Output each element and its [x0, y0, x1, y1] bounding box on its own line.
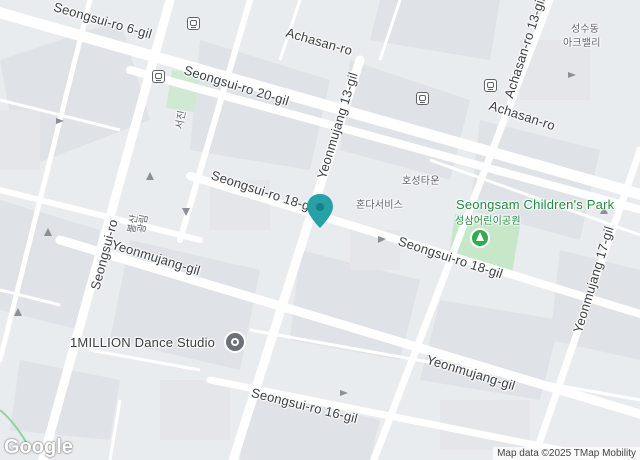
place-label: 볼산 [126, 213, 141, 235]
area-label: 성수동 [571, 24, 600, 35]
location-pin-icon[interactable] [306, 193, 334, 229]
park-icon[interactable] [470, 228, 490, 248]
area-label: 아크밸리 [563, 38, 601, 49]
place-label: 서진 [174, 109, 189, 131]
place-label: 혼다서비스 [356, 200, 403, 211]
google-logo: Google [4, 436, 73, 458]
subway-station-icon[interactable] [187, 17, 200, 30]
poi-name[interactable]: 1MILLION Dance Studio [70, 335, 215, 350]
park-name-korean[interactable]: 성삼어린이공원 [455, 212, 521, 227]
subway-station-icon[interactable] [152, 70, 165, 83]
park-name[interactable]: Seongsam Children's Park [456, 197, 614, 212]
map-attribution: Map data ©2025 TMap Mobility [493, 447, 640, 460]
subway-station-icon[interactable] [484, 79, 497, 92]
subway-station-icon[interactable] [416, 92, 429, 105]
map-canvas[interactable]: Seongsui-ro 6-gil Achasan-ro Achasan-ro … [0, 0, 640, 460]
poi-icon[interactable] [224, 331, 246, 353]
place-label: 호성타운 [402, 176, 440, 187]
map-base [0, 0, 640, 460]
